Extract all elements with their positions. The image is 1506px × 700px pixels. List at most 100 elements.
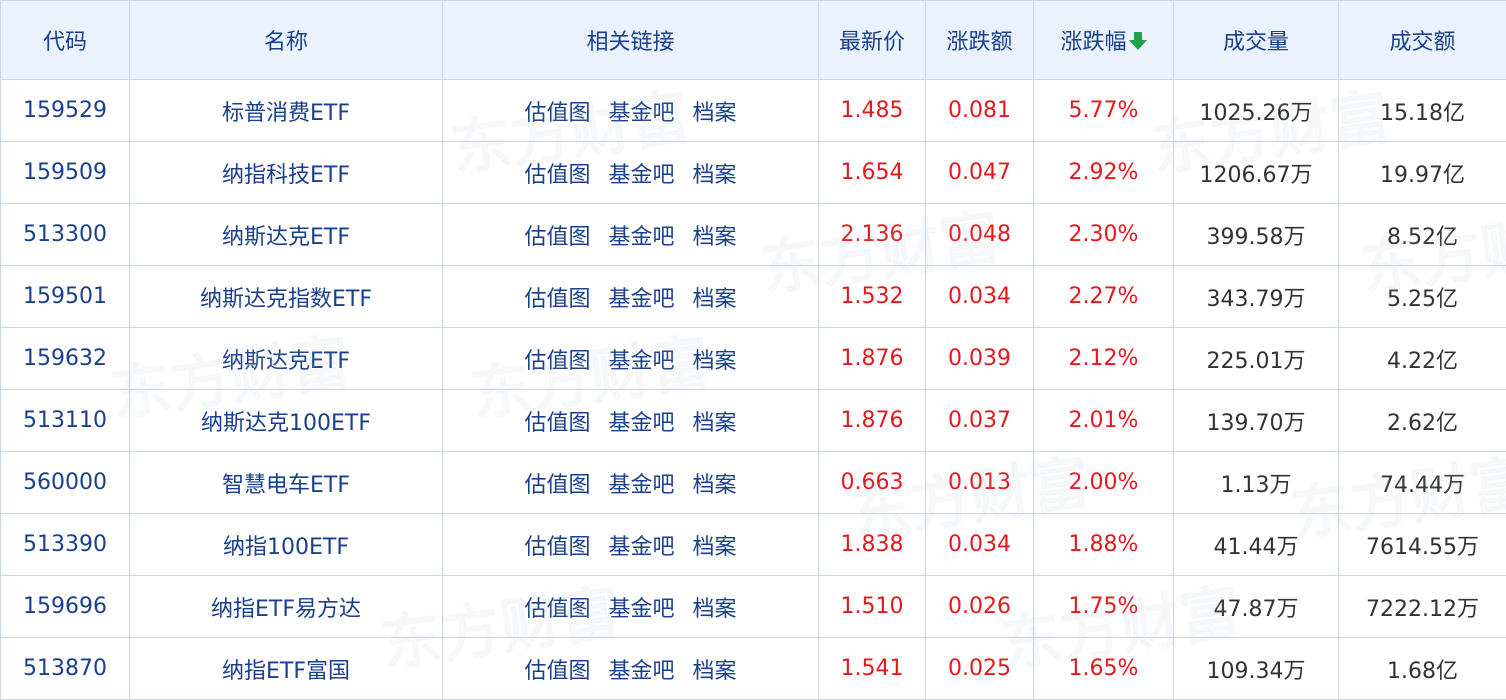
header-change-pct-label: 涨跌幅	[1060, 30, 1126, 55]
header-volume[interactable]: 成交量	[1174, 1, 1339, 80]
cell-price: 1.541	[819, 638, 926, 700]
cell-change: 0.047	[926, 142, 1034, 204]
cell-change-pct: 1.88%	[1034, 514, 1174, 576]
cell-links: 估值图基金吧档案	[443, 328, 819, 390]
table-row: 560000智慧电车ETF估值图基金吧档案0.6630.0132.00%1.13…	[1, 452, 1506, 514]
link-valuation-chart[interactable]: 估值图	[524, 473, 590, 498]
cell-amount: 4.22亿	[1339, 328, 1506, 390]
cell-code[interactable]: 159696	[1, 576, 130, 638]
cell-amount: 7222.12万	[1339, 576, 1506, 638]
header-name[interactable]: 名称	[130, 1, 443, 80]
table-row: 159696纳指ETF易方达估值图基金吧档案1.5100.0261.75%47.…	[1, 576, 1506, 638]
cell-name[interactable]: 标普消费ETF	[130, 80, 443, 142]
cell-change: 0.037	[926, 390, 1034, 452]
link-fund-forum[interactable]: 基金吧	[608, 163, 674, 188]
cell-volume: 343.79万	[1174, 266, 1339, 328]
link-fund-forum[interactable]: 基金吧	[608, 473, 674, 498]
table-row: 513390纳指100ETF估值图基金吧档案1.8380.0341.88%41.…	[1, 514, 1506, 576]
cell-name[interactable]: 纳指ETF易方达	[130, 576, 443, 638]
header-change-pct[interactable]: 涨跌幅	[1034, 1, 1174, 80]
cell-code[interactable]: 159529	[1, 80, 130, 142]
cell-change-pct: 2.01%	[1034, 390, 1174, 452]
link-valuation-chart[interactable]: 估值图	[524, 659, 590, 684]
table-body: 159529标普消费ETF估值图基金吧档案1.4850.0815.77%1025…	[1, 80, 1506, 700]
link-profile[interactable]: 档案	[693, 659, 737, 684]
header-row: 代码 名称 相关链接 最新价 涨跌额 涨跌幅 成交量 成交额	[1, 1, 1506, 80]
cell-volume: 1206.67万	[1174, 142, 1339, 204]
table-row: 513870纳指ETF富国估值图基金吧档案1.5410.0251.65%109.…	[1, 638, 1506, 700]
cell-code[interactable]: 513870	[1, 638, 130, 700]
cell-change-pct: 1.75%	[1034, 576, 1174, 638]
cell-code[interactable]: 513390	[1, 514, 130, 576]
link-fund-forum[interactable]: 基金吧	[608, 349, 674, 374]
table-row: 159509纳指科技ETF估值图基金吧档案1.6540.0472.92%1206…	[1, 142, 1506, 204]
cell-name[interactable]: 纳斯达克100ETF	[130, 390, 443, 452]
cell-code[interactable]: 560000	[1, 452, 130, 514]
cell-change: 0.048	[926, 204, 1034, 266]
cell-code[interactable]: 513110	[1, 390, 130, 452]
cell-volume: 399.58万	[1174, 204, 1339, 266]
link-valuation-chart[interactable]: 估值图	[524, 349, 590, 374]
cell-amount: 15.18亿	[1339, 80, 1506, 142]
cell-name[interactable]: 智慧电车ETF	[130, 452, 443, 514]
link-fund-forum[interactable]: 基金吧	[608, 101, 674, 126]
link-valuation-chart[interactable]: 估值图	[524, 411, 590, 436]
link-valuation-chart[interactable]: 估值图	[524, 101, 590, 126]
cell-change-pct: 2.00%	[1034, 452, 1174, 514]
cell-name[interactable]: 纳斯达克指数ETF	[130, 266, 443, 328]
link-profile[interactable]: 档案	[693, 473, 737, 498]
cell-name[interactable]: 纳指科技ETF	[130, 142, 443, 204]
link-fund-forum[interactable]: 基金吧	[608, 597, 674, 622]
link-profile[interactable]: 档案	[693, 411, 737, 436]
link-profile[interactable]: 档案	[693, 287, 737, 312]
header-change[interactable]: 涨跌额	[926, 1, 1034, 80]
link-valuation-chart[interactable]: 估值图	[524, 163, 590, 188]
cell-name[interactable]: 纳指ETF富国	[130, 638, 443, 700]
link-profile[interactable]: 档案	[693, 597, 737, 622]
cell-change-pct: 5.77%	[1034, 80, 1174, 142]
cell-links: 估值图基金吧档案	[443, 80, 819, 142]
cell-code[interactable]: 513300	[1, 204, 130, 266]
cell-volume: 139.70万	[1174, 390, 1339, 452]
cell-volume: 109.34万	[1174, 638, 1339, 700]
cell-name[interactable]: 纳斯达克ETF	[130, 204, 443, 266]
link-profile[interactable]: 档案	[693, 349, 737, 374]
header-code[interactable]: 代码	[1, 1, 130, 80]
link-fund-forum[interactable]: 基金吧	[608, 411, 674, 436]
cell-code[interactable]: 159632	[1, 328, 130, 390]
cell-volume: 41.44万	[1174, 514, 1339, 576]
cell-amount: 8.52亿	[1339, 204, 1506, 266]
cell-change-pct: 2.27%	[1034, 266, 1174, 328]
cell-links: 估值图基金吧档案	[443, 576, 819, 638]
header-price[interactable]: 最新价	[819, 1, 926, 80]
link-fund-forum[interactable]: 基金吧	[608, 659, 674, 684]
header-amount[interactable]: 成交额	[1339, 1, 1506, 80]
link-profile[interactable]: 档案	[693, 225, 737, 250]
link-valuation-chart[interactable]: 估值图	[524, 287, 590, 312]
link-profile[interactable]: 档案	[693, 101, 737, 126]
cell-price: 1.532	[819, 266, 926, 328]
cell-links: 估值图基金吧档案	[443, 390, 819, 452]
link-valuation-chart[interactable]: 估值图	[524, 597, 590, 622]
link-valuation-chart[interactable]: 估值图	[524, 225, 590, 250]
cell-code[interactable]: 159509	[1, 142, 130, 204]
link-profile[interactable]: 档案	[693, 163, 737, 188]
link-profile[interactable]: 档案	[693, 535, 737, 560]
link-valuation-chart[interactable]: 估值图	[524, 535, 590, 560]
cell-price: 1.876	[819, 390, 926, 452]
link-fund-forum[interactable]: 基金吧	[608, 225, 674, 250]
link-fund-forum[interactable]: 基金吧	[608, 287, 674, 312]
cell-price: 1.876	[819, 328, 926, 390]
cell-amount: 1.68亿	[1339, 638, 1506, 700]
link-fund-forum[interactable]: 基金吧	[608, 535, 674, 560]
header-links: 相关链接	[443, 1, 819, 80]
cell-amount: 7614.55万	[1339, 514, 1506, 576]
cell-price: 1.510	[819, 576, 926, 638]
cell-change-pct: 1.65%	[1034, 638, 1174, 700]
cell-name[interactable]: 纳指100ETF	[130, 514, 443, 576]
cell-name[interactable]: 纳斯达克ETF	[130, 328, 443, 390]
cell-volume: 1.13万	[1174, 452, 1339, 514]
cell-change: 0.034	[926, 266, 1034, 328]
cell-code[interactable]: 159501	[1, 266, 130, 328]
cell-volume: 47.87万	[1174, 576, 1339, 638]
